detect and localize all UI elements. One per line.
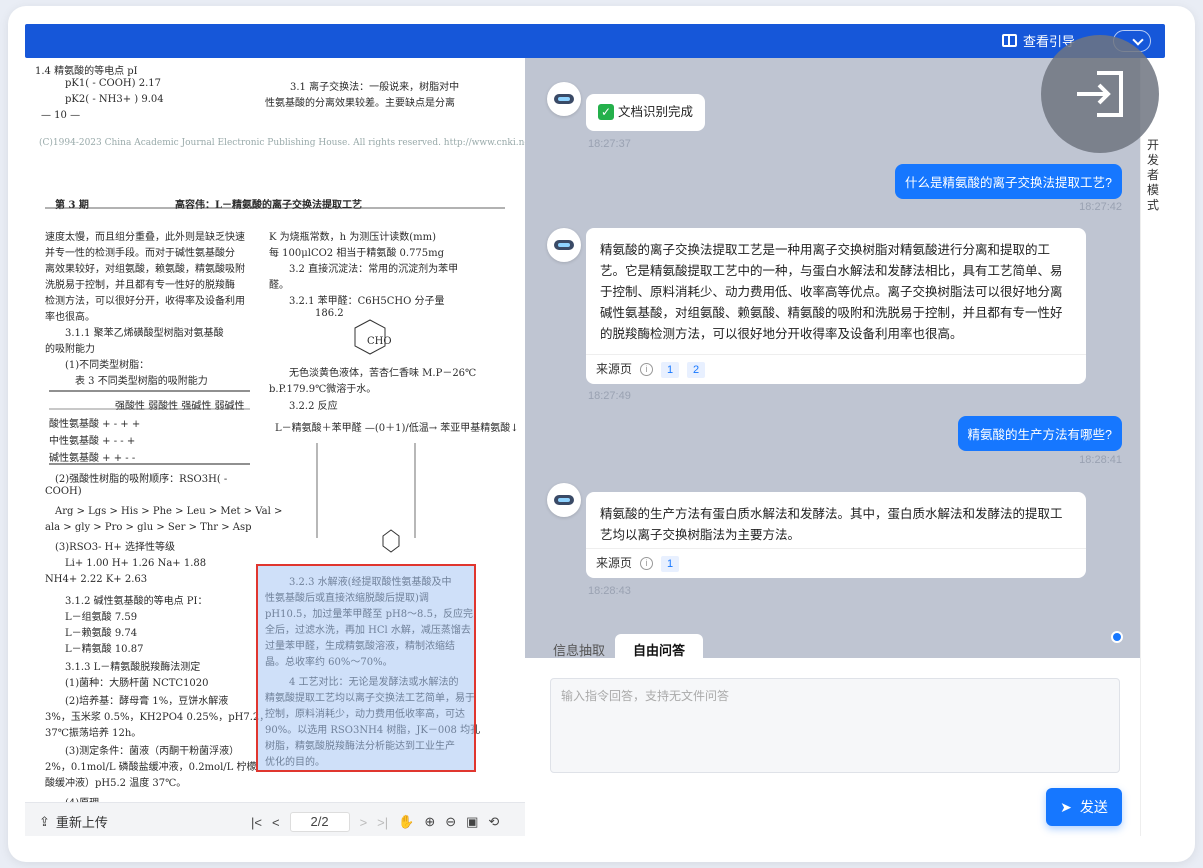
tab-info-extraction[interactable]: 信息抽取 <box>535 634 623 660</box>
rotate-icon[interactable]: ⟲ <box>488 814 499 830</box>
message-time: 18:28:43 <box>588 585 631 597</box>
bot-avatar <box>547 483 581 517</box>
status-dot <box>1111 631 1123 643</box>
bot-answer: 精氨酸的离子交换法提取工艺是一种用离子交换树脂对精氨酸进行分离和提取的工艺。它是… <box>586 228 1086 384</box>
reupload-label: 重新上传 <box>55 815 108 830</box>
message-time: 18:27:42 <box>1079 201 1122 213</box>
source-page-link[interactable]: 2 <box>687 361 706 378</box>
send-icon: ➤ <box>1060 798 1072 815</box>
source-label: 来源页 <box>596 362 633 376</box>
message-time: 18:27:37 <box>588 138 631 150</box>
document-toolbar: ⇪ 重新上传 |< < 2/2 > >| ✋ ⊕ ⊖ ▣ ⟲ <box>25 802 525 836</box>
bot-answer-text: 精氨酸的生产方法有蛋白质水解法和发酵法。其中，蛋白质水解法和发酵法的提取工艺均以… <box>600 507 1063 542</box>
book-icon <box>1001 34 1017 47</box>
exit-icon <box>1077 71 1123 117</box>
bot-answer-text: 精氨酸的离子交换法提取工艺是一种用离子交换树脂对精氨酸进行分离和提取的工艺。它是… <box>600 243 1063 341</box>
source-page-link[interactable]: 1 <box>661 555 680 572</box>
hand-icon[interactable]: ✋ <box>398 814 414 830</box>
prompt-input[interactable]: 输入指令回答，支持无文件问答 <box>550 678 1120 773</box>
bot-avatar <box>547 82 581 116</box>
fit-page-icon[interactable]: ▣ <box>466 814 478 830</box>
message-time: 18:28:41 <box>1079 454 1122 466</box>
source-row: 来源页 i 1 <box>586 548 1086 578</box>
page-indicator[interactable]: 2/2 <box>289 812 350 832</box>
source-label: 来源页 <box>596 556 633 570</box>
user-message: 什么是精氨酸的离子交换法提取工艺? <box>895 164 1122 199</box>
upload-icon: ⇪ <box>39 813 50 829</box>
zoom-out-icon[interactable]: ⊖ <box>445 814 456 830</box>
info-icon[interactable]: i <box>640 557 654 570</box>
zoom-in-icon[interactable]: ⊕ <box>424 814 435 830</box>
prev-page-icon[interactable]: < <box>272 815 280 830</box>
send-label: 发送 <box>1079 799 1108 815</box>
highlighted-region <box>256 564 476 772</box>
first-page-icon[interactable]: |< <box>251 815 262 830</box>
exit-overlay-button[interactable] <box>1041 35 1159 153</box>
chat-mode-tabs: 信息抽取 自由问答 <box>525 626 1140 660</box>
check-icon: ✓ <box>598 104 614 120</box>
bot-message: ✓ 文档识别完成 <box>586 94 706 131</box>
top-bar: 查看引导 <box>25 24 1165 58</box>
message-time: 18:27:49 <box>588 390 631 402</box>
tab-free-qa[interactable]: 自由问答 <box>615 634 704 660</box>
send-button[interactable]: ➤ 发送 <box>1046 788 1122 826</box>
last-page-icon[interactable]: >| <box>377 815 388 830</box>
reupload-button[interactable]: ⇪ 重新上传 <box>39 812 108 831</box>
info-icon[interactable]: i <box>640 363 654 376</box>
source-row: 来源页 i 1 2 <box>586 354 1086 384</box>
bot-message-text: 文档识别完成 <box>618 105 694 119</box>
bot-answer: 精氨酸的生产方法有蛋白质水解法和发酵法。其中，蛋白质水解法和发酵法的提取工艺均以… <box>586 492 1086 578</box>
source-page-link[interactable]: 1 <box>661 361 680 378</box>
bot-avatar <box>547 228 581 262</box>
user-message: 精氨酸的生产方法有哪些? <box>957 416 1122 451</box>
input-area: 输入指令回答，支持无文件问答 ➤ 发送 <box>525 660 1140 836</box>
developer-mode-sidebar[interactable]: 开发者模式 <box>1140 58 1165 836</box>
next-page-icon[interactable]: > <box>360 815 368 830</box>
